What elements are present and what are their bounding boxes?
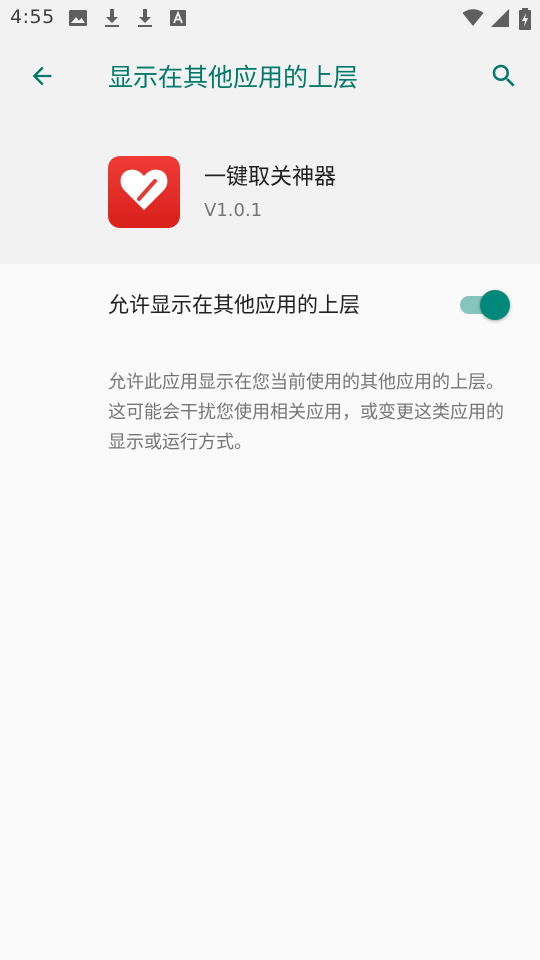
download-icon <box>102 8 122 28</box>
setting-label: 允许显示在其他应用的上层 <box>108 293 360 317</box>
keyboard-a-icon <box>168 8 188 28</box>
overlay-permission-toggle[interactable] <box>458 290 512 320</box>
search-button[interactable] <box>484 58 524 98</box>
signal-icon <box>490 8 510 28</box>
image-icon <box>68 8 88 28</box>
back-button[interactable] <box>22 58 62 98</box>
heart-icon <box>119 167 169 217</box>
status-bar: 4:55 <box>0 0 540 36</box>
toggle-thumb <box>480 290 510 320</box>
status-time: 4:55 <box>10 6 55 28</box>
overlay-permission-setting[interactable]: 允许显示在其他应用的上层 <box>0 264 540 348</box>
arrow-back-icon <box>28 62 56 94</box>
page-title: 显示在其他应用的上层 <box>108 63 359 92</box>
battery-charging-icon <box>518 8 532 30</box>
app-icon <box>108 156 180 228</box>
app-name: 一键取关神器 <box>204 165 337 190</box>
app-header: 显示在其他应用的上层 一键取关神器 V1.0.1 <box>0 36 540 264</box>
search-icon <box>489 61 519 95</box>
app-version: V1.0.1 <box>204 200 263 221</box>
download-icon <box>135 8 155 28</box>
wifi-icon <box>462 8 484 28</box>
setting-description: 允许此应用显示在您当前使用的其他应用的上层。这可能会干扰您使用相关应用，或变更这… <box>108 372 504 453</box>
